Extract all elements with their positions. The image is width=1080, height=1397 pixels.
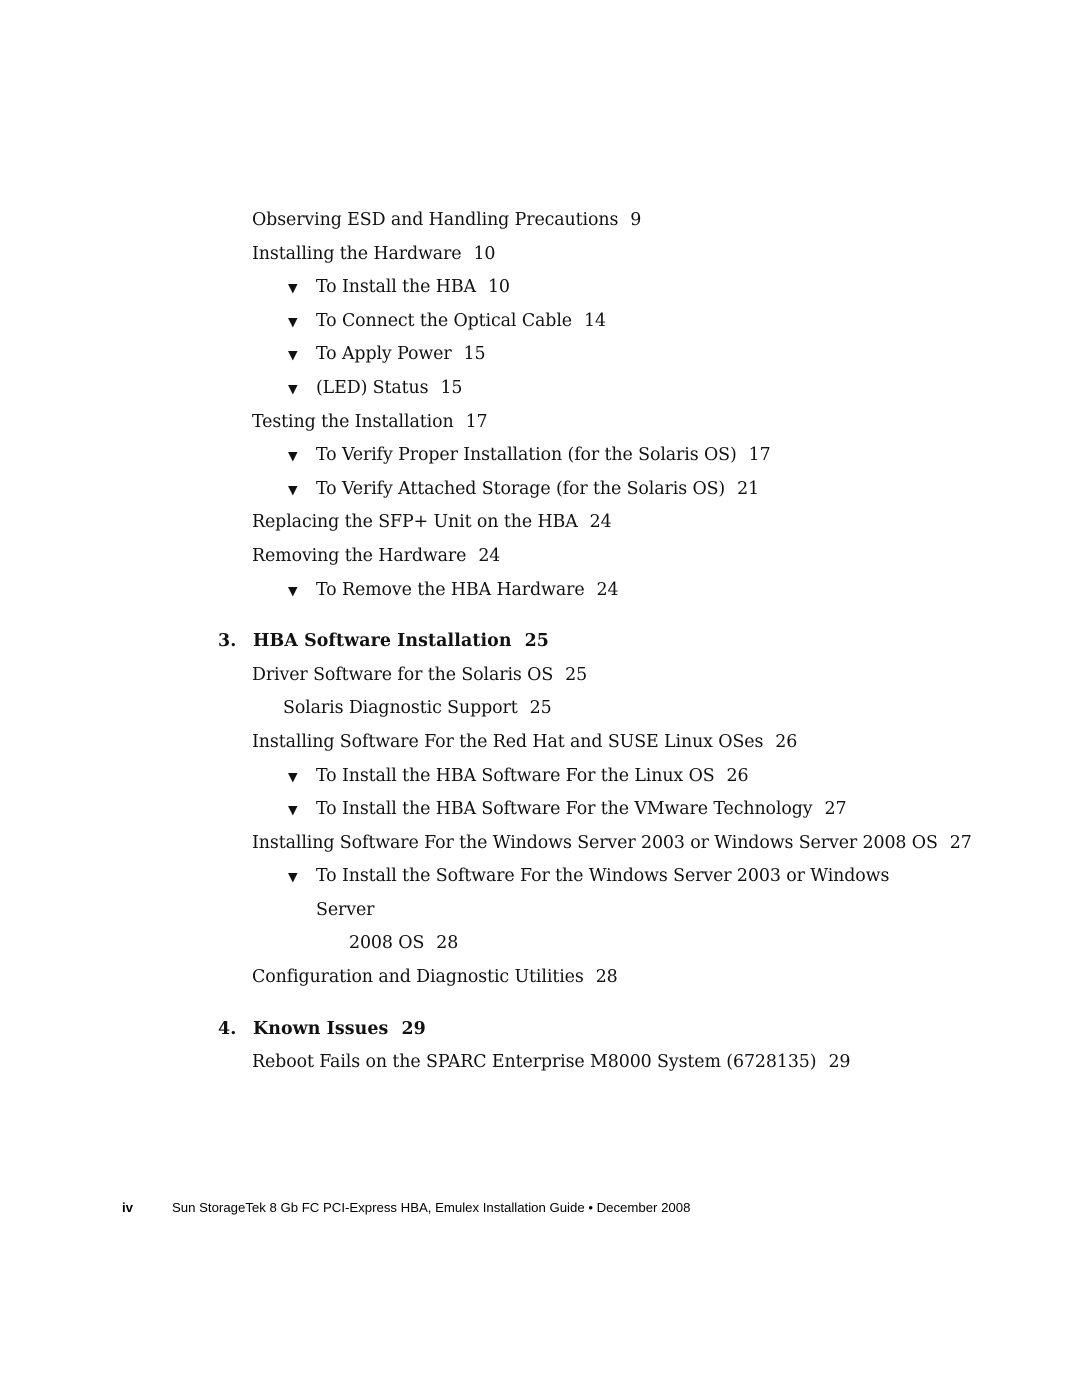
toc-procedure-entry[interactable]: ▼ To Install the HBA 10 bbox=[0, 271, 1080, 305]
toc-page-number: 28 bbox=[595, 967, 618, 988]
toc-page-number: 10 bbox=[487, 277, 510, 298]
triangle-bullet-icon: ▼ bbox=[288, 313, 298, 329]
triangle-bullet-icon: ▼ bbox=[288, 280, 298, 296]
toc-entry-title: Observing ESD and Handling Precautions bbox=[252, 210, 619, 230]
toc-page-number: 25 bbox=[524, 631, 550, 652]
triangle-bullet-icon: ▼ bbox=[288, 481, 298, 497]
toc-page-number: 28 bbox=[436, 933, 459, 954]
toc-entry-title: To Verify Attached Storage (for the Sola… bbox=[316, 478, 726, 499]
toc-page-number: 24 bbox=[589, 512, 612, 533]
triangle-bullet-icon: ▼ bbox=[288, 448, 298, 464]
toc-chapter-entry[interactable]: 4. Known Issues 29 bbox=[0, 1013, 1080, 1047]
toc-procedure-entry[interactable]: ▼ To Connect the Optical Cable 14 bbox=[0, 305, 1080, 339]
toc-entry-continuation-text: 2008 OS bbox=[349, 933, 425, 954]
toc-entry-title: Removing the Hardware bbox=[252, 545, 467, 566]
toc-page-number: 14 bbox=[583, 310, 606, 331]
triangle-bullet-icon: ▼ bbox=[288, 582, 298, 598]
chapter-spacer bbox=[0, 607, 1080, 625]
toc-section-entry[interactable]: Installing Software For the Windows Serv… bbox=[0, 827, 1080, 861]
toc-section-entry[interactable]: Testing the Installation 17 bbox=[0, 406, 1080, 440]
toc-entry-title: To Install the HBA Software For the VMwa… bbox=[316, 799, 813, 820]
toc-procedure-entry[interactable]: ▼ To Verify Proper Installation (for the … bbox=[0, 439, 1080, 473]
triangle-bullet-icon: ▼ bbox=[288, 347, 298, 363]
toc-page-number: 17 bbox=[748, 445, 771, 466]
toc-subsection-entry[interactable]: Solaris Diagnostic Support 25 bbox=[0, 692, 1080, 726]
toc-page-number: 17 bbox=[465, 411, 488, 432]
toc-procedure-entry[interactable]: ▼ To Apply Power 15 bbox=[0, 338, 1080, 372]
toc-entry-body: To Connect the Optical Cable 14 bbox=[316, 305, 606, 339]
toc-entry-body: (LED) Status 15 bbox=[316, 372, 463, 406]
toc-page-number: 29 bbox=[828, 1052, 851, 1073]
toc-chapter-number: 3. bbox=[218, 631, 237, 652]
toc-page: Observing ESD and Handling Precautions 9 I… bbox=[0, 0, 1080, 1397]
toc-section-entry[interactable]: Replacing the SFP+ Unit on the HBA 24 bbox=[0, 506, 1080, 540]
toc-chapter-title: Known Issues bbox=[253, 1018, 389, 1039]
toc-entry-title: Configuration and Diagnostic Utilities bbox=[252, 967, 584, 988]
toc-page-number: 27 bbox=[949, 832, 972, 853]
toc-section-entry[interactable]: Driver Software for the Solaris OS 25 bbox=[0, 659, 1080, 693]
footer-document-title: Sun StorageTek 8 Gb FC PCI-Express HBA, … bbox=[172, 1200, 691, 1215]
toc-page-number: 26 bbox=[726, 765, 749, 786]
toc-page-number: 25 bbox=[565, 664, 588, 685]
toc-entry-title: (LED) Status bbox=[316, 377, 429, 398]
toc-entry-body: To Verify Proper Installation (for the S… bbox=[316, 439, 771, 473]
toc-section-entry[interactable]: Reboot Fails on the SPARC Enterprise M80… bbox=[0, 1046, 1080, 1080]
toc-section-entry[interactable]: Installing the Hardware 10 bbox=[0, 238, 1080, 272]
toc-page-number: 25 bbox=[529, 698, 552, 719]
toc-entry-title: To Remove the HBA Hardware bbox=[316, 579, 585, 600]
toc-entry-body: To Remove the HBA Hardware 24 bbox=[316, 574, 619, 608]
toc-procedure-entry[interactable]: ▼ To Remove the HBA Hardware 24 bbox=[0, 574, 1080, 608]
triangle-bullet-icon: ▼ bbox=[288, 768, 298, 784]
toc-entry-body: To Verify Attached Storage (for the Sola… bbox=[316, 473, 759, 507]
toc-page-number: 15 bbox=[440, 377, 463, 398]
toc-section-entry[interactable]: Observing ESD and Handling Precautions 9 bbox=[0, 204, 1080, 238]
toc-procedure-entry[interactable]: ▼ To Verify Attached Storage (for the Sol… bbox=[0, 473, 1080, 507]
toc-entry-title: To Install the Software For the Windows … bbox=[316, 866, 890, 920]
toc-entry-body: To Install the HBA Software For the Linu… bbox=[316, 760, 749, 794]
toc-entry-continuation: 2008 OS 28 bbox=[316, 927, 931, 961]
toc-entry-body: To Install the HBA Software For the VMwa… bbox=[316, 793, 847, 827]
triangle-bullet-icon: ▼ bbox=[288, 869, 298, 885]
toc-chapter-number: 4. bbox=[218, 1018, 237, 1039]
toc-page-number: 10 bbox=[473, 243, 496, 264]
toc-page-number: 9 bbox=[630, 210, 642, 230]
toc-entry-title: To Install the HBA Software For the Linu… bbox=[316, 765, 715, 786]
toc-procedure-entry[interactable]: ▼ To Install the Software For the Windows… bbox=[0, 860, 1080, 961]
toc-chapter-title: HBA Software Installation bbox=[253, 631, 512, 652]
toc-procedure-entry[interactable]: ▼ (LED) Status 15 bbox=[0, 372, 1080, 406]
footer-page-number: iv bbox=[122, 1200, 133, 1215]
toc-section-entry[interactable]: Removing the Hardware 24 bbox=[0, 540, 1080, 574]
toc-entry-body: To Apply Power 15 bbox=[316, 338, 486, 372]
toc-entry-title: Reboot Fails on the SPARC Enterprise M80… bbox=[252, 1052, 817, 1073]
toc-section-entry[interactable]: Configuration and Diagnostic Utilities 28 bbox=[0, 961, 1080, 995]
toc-procedure-entry[interactable]: ▼ To Install the HBA Software For the VMw… bbox=[0, 793, 1080, 827]
toc-entry-body: To Install the HBA 10 bbox=[316, 271, 510, 305]
toc-page-number: 21 bbox=[737, 478, 760, 499]
chapter-spacer bbox=[0, 995, 1080, 1013]
toc-page-number: 24 bbox=[478, 545, 501, 566]
toc-entry-title: Installing Software For the Windows Serv… bbox=[252, 832, 938, 853]
toc-page-number: 26 bbox=[775, 731, 798, 752]
toc-page-number: 29 bbox=[401, 1018, 426, 1039]
toc-entry-title: To Connect the Optical Cable bbox=[316, 310, 572, 331]
toc-entry-title: Installing Software For the Red Hat and … bbox=[252, 731, 764, 752]
toc-entry-title: To Install the HBA bbox=[316, 277, 476, 298]
toc-entry-title: Driver Software for the Solaris OS bbox=[252, 664, 554, 685]
triangle-bullet-icon: ▼ bbox=[288, 802, 298, 818]
toc-entry-title: Solaris Diagnostic Support bbox=[283, 698, 518, 719]
toc-page-number: 15 bbox=[463, 344, 486, 365]
toc-entry-title: To Verify Proper Installation (for the S… bbox=[316, 445, 737, 466]
toc-entry-title: To Apply Power bbox=[316, 344, 452, 365]
table-of-contents: Observing ESD and Handling Precautions 9 I… bbox=[0, 204, 1080, 1080]
toc-page-number: 24 bbox=[596, 579, 619, 600]
toc-procedure-entry[interactable]: ▼ To Install the HBA Software For the Lin… bbox=[0, 760, 1080, 794]
toc-entry-title: Testing the Installation bbox=[252, 411, 454, 432]
toc-chapter-entry[interactable]: 3. HBA Software Installation 25 bbox=[0, 625, 1080, 659]
triangle-bullet-icon: ▼ bbox=[288, 380, 298, 396]
toc-entry-title: Installing the Hardware bbox=[252, 243, 462, 264]
toc-entry-title: Replacing the SFP+ Unit on the HBA bbox=[252, 512, 578, 533]
toc-section-entry[interactable]: Installing Software For the Red Hat and … bbox=[0, 726, 1080, 760]
toc-entry-body: To Install the Software For the Windows … bbox=[316, 860, 931, 961]
toc-page-number: 27 bbox=[824, 799, 847, 820]
